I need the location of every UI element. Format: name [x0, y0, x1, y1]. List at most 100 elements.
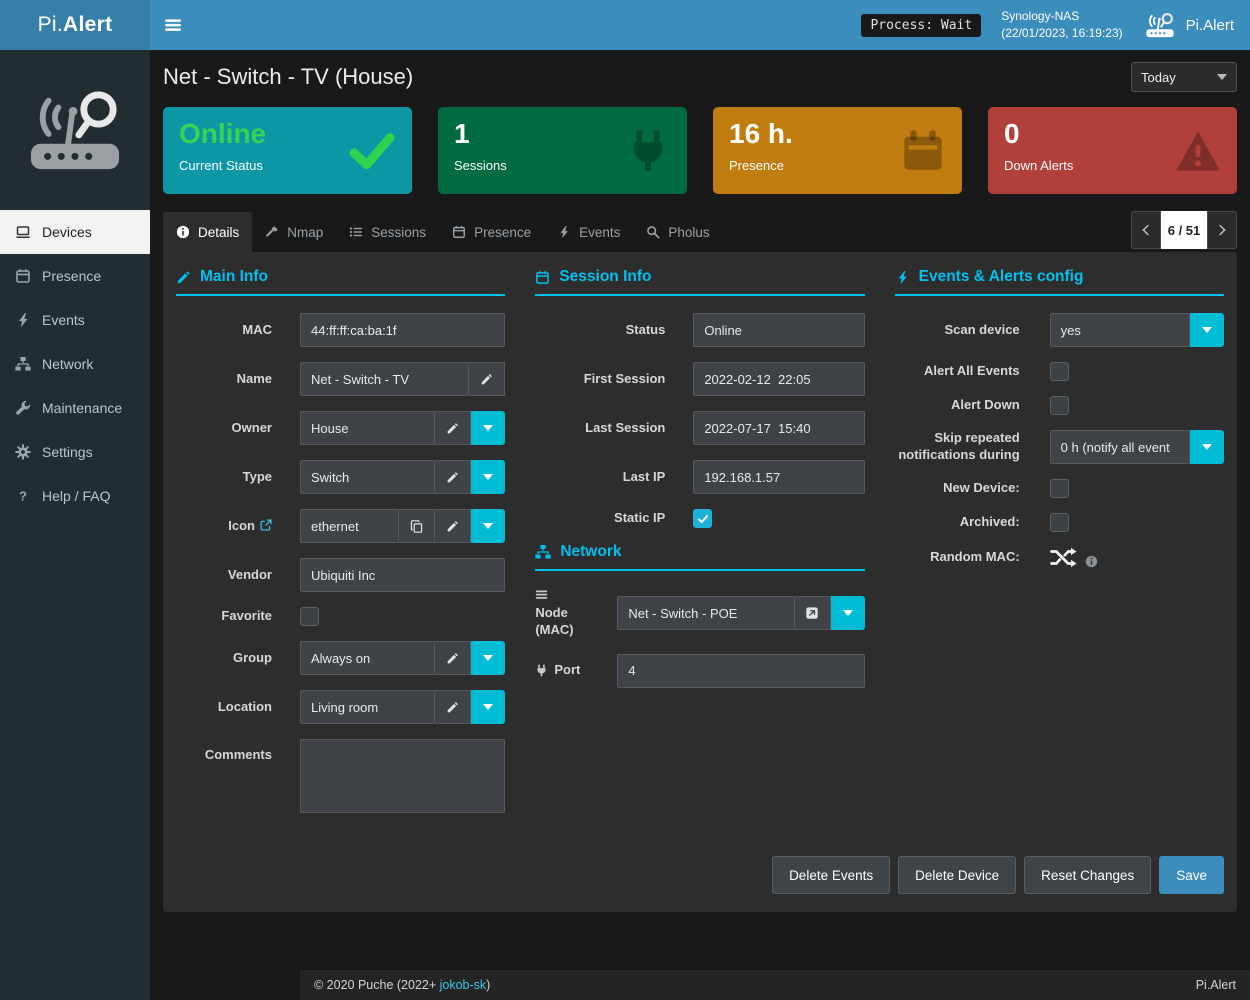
- archived-label: Archived:: [895, 514, 1020, 531]
- tab-sessions[interactable]: Sessions: [336, 212, 439, 252]
- comments-textarea[interactable]: [300, 739, 505, 813]
- brand-text-bold: Alert: [63, 13, 112, 37]
- header-app-link[interactable]: Pi.Alert: [1143, 11, 1234, 39]
- period-select[interactable]: Today: [1131, 62, 1237, 92]
- mac-input[interactable]: [300, 313, 505, 347]
- sidebar-item-presence[interactable]: Presence: [0, 254, 150, 298]
- period-value: Today: [1141, 70, 1176, 85]
- name-input[interactable]: [300, 362, 469, 396]
- skip-notifications-dropdown-button[interactable]: [1190, 430, 1224, 464]
- sidebar-item-maintenance[interactable]: Maintenance: [0, 386, 150, 430]
- status-input[interactable]: [693, 313, 864, 347]
- sidebar-item-settings[interactable]: Settings: [0, 430, 150, 474]
- delete-events-button[interactable]: Delete Events: [772, 856, 890, 894]
- location-input[interactable]: [300, 690, 435, 724]
- main-area: Net - Switch - TV (House) Today Online C…: [150, 50, 1250, 1000]
- sidebar-item-label: Devices: [42, 224, 92, 240]
- card-sessions[interactable]: 1 Sessions: [438, 107, 687, 194]
- scan-device-dropdown-button[interactable]: [1190, 313, 1224, 347]
- external-link-icon[interactable]: [260, 519, 272, 531]
- tab-nmap[interactable]: Nmap: [252, 212, 336, 252]
- static-ip-checkbox[interactable]: [693, 509, 712, 528]
- host-info: Synology-NAS (22/01/2023, 16:19:23): [1001, 8, 1122, 42]
- vendor-input[interactable]: [300, 558, 505, 592]
- type-dropdown-button[interactable]: [471, 460, 505, 494]
- last-ip-label: Last IP: [535, 469, 665, 486]
- icon-dropdown-button[interactable]: [471, 509, 505, 543]
- edit-owner-button[interactable]: [435, 411, 471, 445]
- scan-device-input[interactable]: [1050, 313, 1190, 347]
- tab-presence[interactable]: Presence: [439, 212, 544, 252]
- device-panel: Details Nmap Sessions Presence Events: [163, 211, 1237, 912]
- icon-input[interactable]: [300, 509, 399, 543]
- edit-icon-button[interactable]: [435, 509, 471, 543]
- tab-events[interactable]: Events: [544, 212, 633, 252]
- server-bars-icon: [535, 588, 548, 601]
- card-presence[interactable]: 16 h. Presence: [713, 107, 962, 194]
- sidebar-item-label: Settings: [42, 444, 93, 460]
- node-mac-input[interactable]: [617, 596, 794, 630]
- next-device-button[interactable]: [1207, 211, 1237, 249]
- field-row-archived: Archived:: [895, 513, 1224, 532]
- footer-credit-text: © 2020 Puche (2022+: [314, 978, 440, 992]
- sidebar-toggle-button[interactable]: [150, 0, 196, 50]
- type-input[interactable]: [300, 460, 435, 494]
- last-session-input[interactable]: [693, 411, 864, 445]
- open-node-button[interactable]: [795, 596, 831, 630]
- device-pager-count: 6 / 51: [1161, 211, 1207, 249]
- pencil-icon: [446, 701, 459, 714]
- archived-checkbox[interactable]: [1050, 513, 1069, 532]
- group-input[interactable]: [300, 641, 435, 675]
- new-device-checkbox[interactable]: [1050, 479, 1069, 498]
- first-session-input[interactable]: [693, 362, 864, 396]
- pencil-icon: [446, 422, 459, 435]
- info-circle-icon: [176, 225, 190, 239]
- sidebar-item-network[interactable]: Network: [0, 342, 150, 386]
- delete-device-button[interactable]: Delete Device: [898, 856, 1016, 894]
- alert-down-checkbox[interactable]: [1050, 396, 1069, 415]
- sitemap-icon: [15, 356, 31, 372]
- sidebar-item-events[interactable]: Events: [0, 298, 150, 342]
- chevron-down-icon: [1217, 72, 1227, 82]
- pencil-icon: [446, 471, 459, 484]
- edit-group-button[interactable]: [435, 641, 471, 675]
- owner-input[interactable]: [300, 411, 435, 445]
- tab-bar: Details Nmap Sessions Presence Events: [163, 211, 1237, 252]
- owner-dropdown-button[interactable]: [471, 411, 505, 445]
- save-button[interactable]: Save: [1159, 856, 1224, 894]
- info-circle-icon[interactable]: [1085, 555, 1098, 568]
- field-row-mac: MAC: [176, 313, 505, 347]
- gear-icon: [15, 444, 31, 460]
- alert-all-checkbox[interactable]: [1050, 362, 1069, 381]
- port-label-text: Port: [554, 662, 580, 679]
- group-dropdown-button[interactable]: [471, 641, 505, 675]
- field-row-icon: Icon: [176, 509, 505, 543]
- field-row-last-ip: Last IP: [535, 460, 864, 494]
- edit-location-button[interactable]: [435, 690, 471, 724]
- copy-icon: [410, 520, 423, 533]
- sidebar-item-help[interactable]: ? Help / FAQ: [0, 474, 150, 518]
- brand-logo[interactable]: Pi.Alert: [0, 0, 150, 50]
- copy-icon-button[interactable]: [399, 509, 435, 543]
- edit-name-button[interactable]: [469, 362, 505, 396]
- location-dropdown-button[interactable]: [471, 690, 505, 724]
- skip-notifications-input[interactable]: [1050, 430, 1190, 464]
- node-dropdown-button[interactable]: [831, 596, 865, 630]
- card-down-alerts[interactable]: 0 Down Alerts: [988, 107, 1237, 194]
- jokob-sk-link[interactable]: jokob-sk: [440, 978, 487, 992]
- last-ip-input[interactable]: [693, 460, 864, 494]
- search-icon: [646, 225, 660, 239]
- prev-device-button[interactable]: [1131, 211, 1161, 249]
- card-current-status[interactable]: Online Current Status: [163, 107, 412, 194]
- tab-details[interactable]: Details: [163, 212, 252, 252]
- reset-changes-button[interactable]: Reset Changes: [1024, 856, 1151, 894]
- field-row-skip-notifications: Skip repeated notifications during: [895, 430, 1224, 464]
- top-header: Pi.Alert Process: Wait Synology-NAS (22/…: [0, 0, 1250, 50]
- port-input[interactable]: [617, 654, 864, 688]
- favorite-checkbox[interactable]: [300, 607, 319, 626]
- shuffle-icon[interactable]: [1050, 547, 1077, 568]
- sidebar-item-devices[interactable]: Devices: [0, 210, 150, 254]
- edit-type-button[interactable]: [435, 460, 471, 494]
- tab-pholus[interactable]: Pholus: [633, 212, 722, 252]
- box-arrow-icon: [805, 606, 819, 620]
